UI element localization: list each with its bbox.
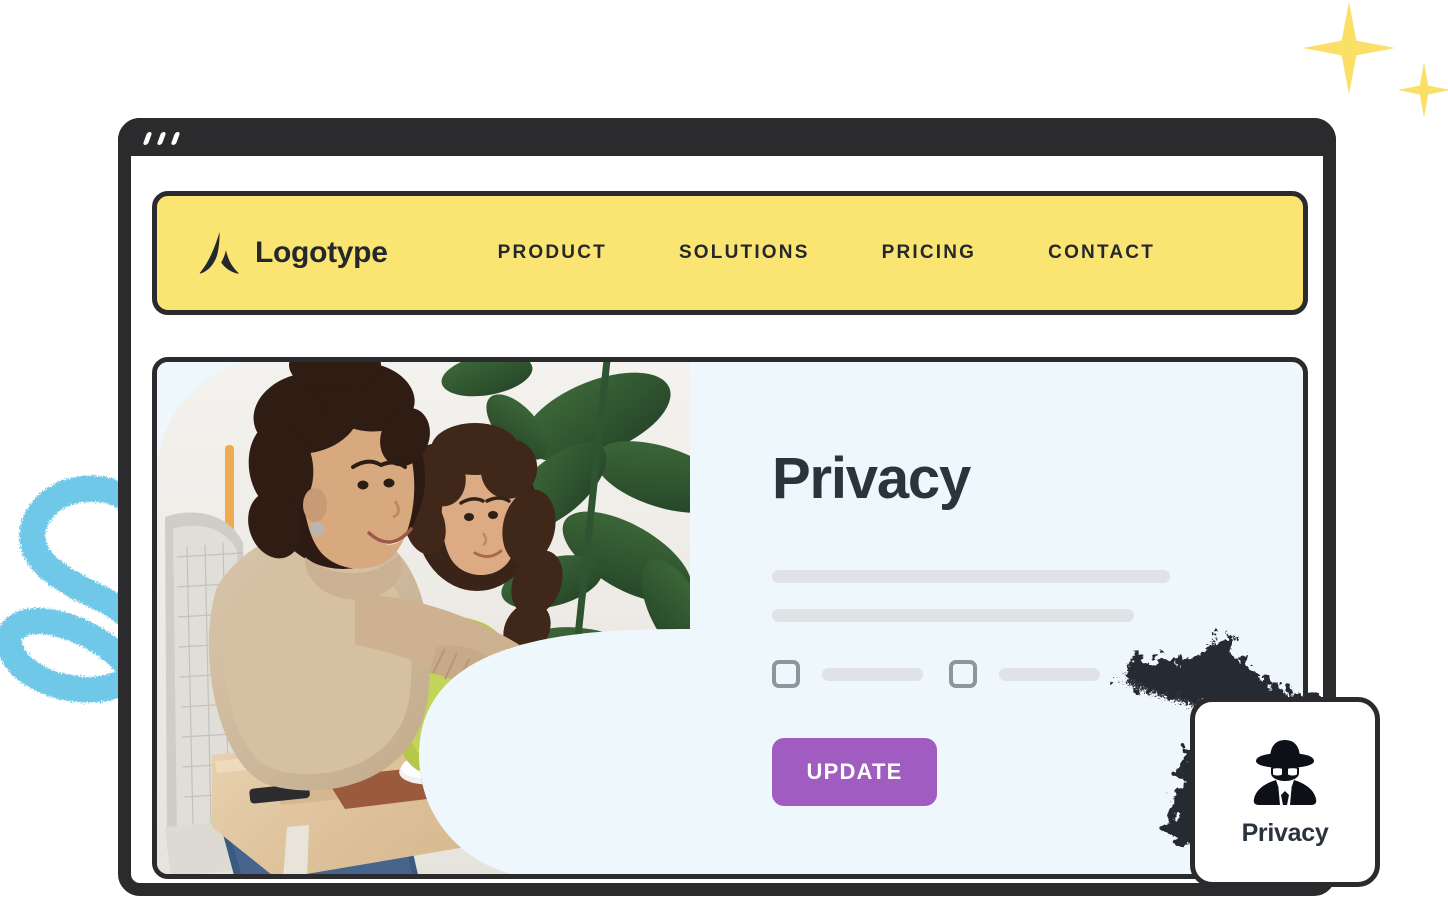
- browser-titlebar: [118, 118, 1336, 156]
- brand-name: Logotype: [255, 236, 388, 269]
- nav-link-contact[interactable]: CONTACT: [1048, 242, 1155, 264]
- site-navbar: Logotype PRODUCT SOLUTIONS PRICING CONTA…: [152, 191, 1308, 315]
- nav-link-pricing[interactable]: PRICING: [882, 242, 977, 264]
- browser-window: Logotype PRODUCT SOLUTIONS PRICING CONTA…: [118, 118, 1336, 896]
- skeleton-line-2: [772, 609, 1134, 622]
- sparkle-icon-small: [1398, 62, 1448, 118]
- privacy-checkbox-1-label: [822, 667, 923, 681]
- window-controls[interactable]: [142, 132, 181, 145]
- navbar-links: PRODUCT SOLUTIONS PRICING CONTACT: [498, 242, 1155, 264]
- nav-link-solutions[interactable]: SOLUTIONS: [679, 242, 810, 264]
- privacy-checkbox-1[interactable]: [772, 660, 800, 688]
- privacy-badge-label: Privacy: [1241, 818, 1329, 847]
- brand-logo[interactable]: Logotype: [199, 231, 388, 275]
- content-card: Privacy UPDATE: [152, 357, 1308, 879]
- privacy-options-row: [772, 660, 1303, 688]
- window-control-dash-2[interactable]: [156, 132, 167, 145]
- window-control-dash-3[interactable]: [170, 132, 181, 145]
- update-button[interactable]: UPDATE: [772, 738, 937, 806]
- skeleton-line-1: [772, 570, 1170, 583]
- logo-triangle-mark-icon: [199, 232, 239, 274]
- privacy-badge-card[interactable]: Privacy: [1190, 697, 1380, 887]
- hero-photo: [157, 362, 690, 874]
- sparkle-icon-large: [1303, 2, 1395, 94]
- privacy-checkbox-2-label: [999, 667, 1100, 681]
- privacy-checkbox-2[interactable]: [949, 660, 977, 688]
- screenshot-root: Logotype PRODUCT SOLUTIONS PRICING CONTA…: [0, 0, 1448, 910]
- spy-detective-icon: [1253, 739, 1317, 805]
- window-control-dash-1[interactable]: [142, 132, 153, 145]
- nav-link-product[interactable]: PRODUCT: [498, 242, 607, 264]
- page-title: Privacy: [772, 446, 971, 511]
- hero-photo-image: [157, 362, 690, 874]
